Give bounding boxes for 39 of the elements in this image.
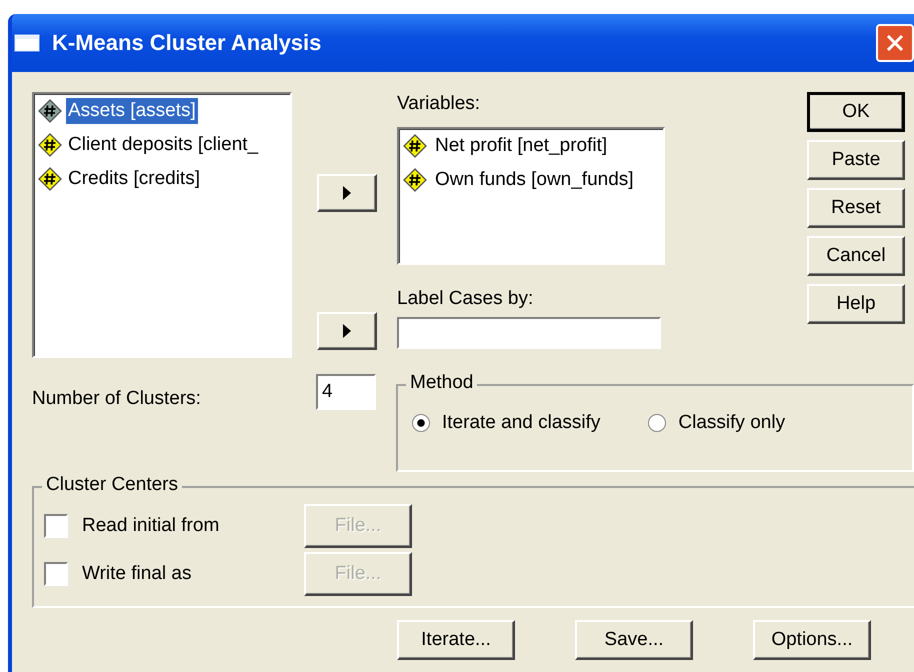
field-label: Label Cases by: <box>397 287 534 311</box>
list-item[interactable]: Credits [credits] <box>66 166 202 192</box>
list-item[interactable]: Own funds [own_funds] <box>433 167 636 193</box>
radio-button[interactable] <box>648 414 666 432</box>
scale-variable-icon <box>403 134 427 158</box>
field-label: Variables: <box>397 92 482 116</box>
triangle-icon <box>342 185 352 201</box>
triangle-icon <box>342 323 352 339</box>
dialog-button[interactable]: Paste <box>807 140 905 180</box>
scale-variable-icon <box>38 133 62 157</box>
label-cases-field[interactable] <box>397 317 661 349</box>
window-icon <box>14 33 40 53</box>
window-title: K-Means Cluster Analysis <box>52 30 322 56</box>
scale-variable-icon <box>38 99 62 123</box>
list-item[interactable]: Client deposits [client_ <box>66 132 260 158</box>
scale-variable-icon <box>403 168 427 192</box>
dialog-button[interactable]: Cancel <box>807 236 905 276</box>
dialog-button[interactable]: Reset <box>807 188 905 228</box>
move-button[interactable] <box>317 174 377 212</box>
variable-list[interactable]: Assets [assets] Client deposits [client_ Credits [credits] <box>32 92 292 358</box>
move-button[interactable] <box>317 312 377 350</box>
close-button[interactable] <box>876 24 914 62</box>
list-item[interactable]: Net profit [net_profit] <box>433 133 610 159</box>
dialog-button[interactable]: Iterate... <box>397 620 515 660</box>
checkbox-label: Write final as <box>82 563 192 585</box>
dialog-button[interactable]: Save... <box>575 620 693 660</box>
dialog-button[interactable]: Options... <box>753 620 871 660</box>
close-icon <box>885 33 905 53</box>
clusters-field[interactable]: 4 <box>316 374 376 410</box>
radio-label: Iterate and classify <box>442 412 600 434</box>
scale-variable-icon <box>38 167 62 191</box>
checkbox-label: Read initial from <box>82 515 220 537</box>
dialog-button[interactable]: Help <box>807 284 905 324</box>
radio-button[interactable] <box>412 414 430 432</box>
radio-label: Classify only <box>678 412 786 434</box>
selected-variables-list[interactable]: Net profit [net_profit] Own funds [own_funds] <box>397 127 665 265</box>
field-label: Number of Clusters: <box>32 387 202 410</box>
list-item[interactable]: Assets [assets] <box>66 98 198 124</box>
dialog-button[interactable]: OK <box>807 92 905 132</box>
